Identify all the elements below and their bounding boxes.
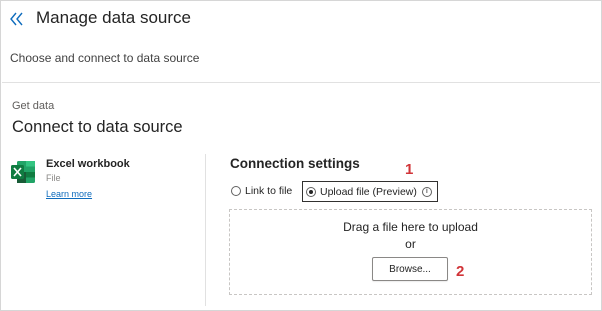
upload-file-label: Upload file (Preview) — [320, 185, 417, 198]
link-to-file-radio[interactable]: Link to file — [231, 185, 292, 197]
page-title: Manage data source — [36, 8, 191, 27]
file-dropzone[interactable]: Drag a file here to upload or Browse... — [229, 209, 592, 295]
excel-icon — [10, 160, 36, 184]
section-title: Connect to data source — [12, 118, 183, 136]
connection-settings-title: Connection settings — [230, 156, 360, 171]
annotation-marker-1: 1 — [405, 161, 414, 178]
link-to-file-label: Link to file — [245, 185, 293, 197]
dropzone-or: or — [405, 237, 416, 251]
upload-file-radio[interactable]: Upload file (Preview) i — [302, 181, 438, 202]
manage-data-source-panel: Manage data source Choose and connect to… — [0, 0, 602, 311]
double-chevron-left-icon[interactable] — [8, 9, 24, 29]
page-subtitle: Choose and connect to data source — [10, 51, 200, 65]
radio-unchecked-icon[interactable] — [231, 186, 241, 196]
browse-button[interactable]: Browse... — [372, 257, 448, 281]
get-data-label: Get data — [12, 100, 55, 112]
dropzone-text: Drag a file here to upload — [343, 220, 478, 234]
learn-more-link[interactable]: Learn more — [46, 189, 92, 199]
panel-divider — [205, 154, 206, 306]
header-divider — [2, 82, 600, 83]
source-type: File — [46, 173, 61, 183]
info-icon[interactable]: i — [421, 186, 432, 197]
radio-checked-icon[interactable] — [306, 186, 316, 197]
annotation-marker-2: 2 — [456, 263, 465, 280]
source-name: Excel workbook — [46, 158, 130, 170]
